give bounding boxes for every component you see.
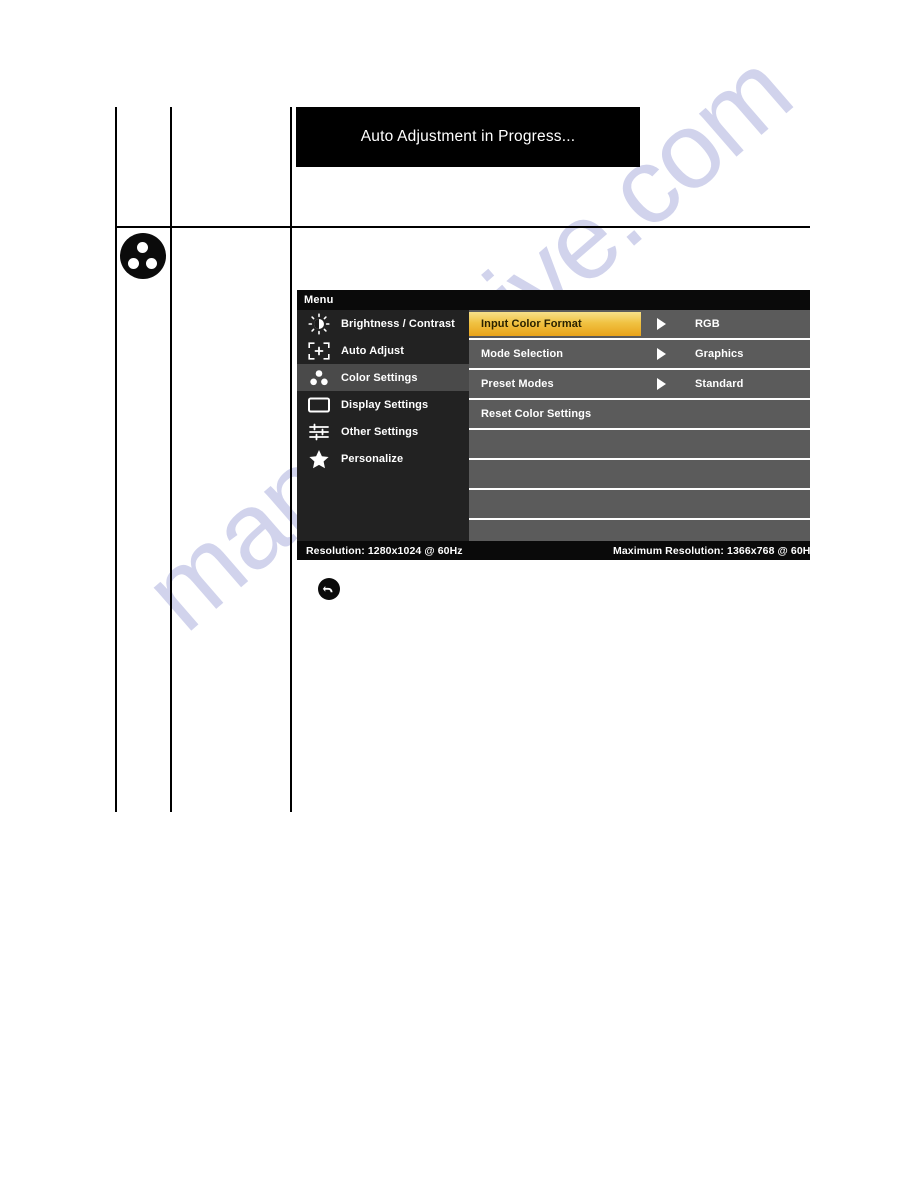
option-row-empty-1 bbox=[469, 430, 810, 460]
status-maximum-resolution: Maximum Resolution: 1366x768 @ 60Hz bbox=[613, 544, 810, 557]
sidebar-item-display-settings[interactable]: Display Settings bbox=[297, 391, 469, 418]
osd-menu-label: Menu bbox=[304, 294, 334, 306]
option-row-empty-3 bbox=[469, 490, 810, 520]
brightness-icon bbox=[297, 310, 341, 337]
sidebar-label-color-settings: Color Settings bbox=[341, 371, 418, 384]
key-dot-top bbox=[137, 242, 148, 253]
table-column-rule-3 bbox=[290, 107, 292, 812]
option-label-preset-modes: Preset Modes bbox=[481, 378, 554, 390]
sidebar-label-display-settings: Display Settings bbox=[341, 398, 429, 411]
sidebar-label-auto-adjust: Auto Adjust bbox=[341, 344, 405, 357]
auto-adjustment-message: Auto Adjustment in Progress... bbox=[360, 128, 576, 145]
sidebar-item-auto-adjust[interactable]: Auto Adjust bbox=[297, 337, 469, 364]
osd-body: Brightness / Contrast Auto Adjust Color … bbox=[297, 310, 810, 541]
option-row-mode-selection[interactable]: Mode Selection Graphics bbox=[469, 340, 810, 370]
option-row-preset-modes[interactable]: Preset Modes Standard bbox=[469, 370, 810, 400]
osd-inner: Menu Dell E191 bbox=[297, 290, 810, 560]
table-column-rule-1 bbox=[115, 107, 117, 812]
option-value-input-color-format: RGB bbox=[695, 318, 720, 330]
sidebar-item-personalize[interactable]: Personalize bbox=[297, 445, 469, 472]
table-row-rule-1 bbox=[115, 226, 810, 228]
sidebar-item-brightness-contrast[interactable]: Brightness / Contrast bbox=[297, 310, 469, 337]
sidebar-label-brightness-contrast: Brightness / Contrast bbox=[341, 317, 455, 330]
option-label-mode-selection: Mode Selection bbox=[481, 348, 564, 360]
option-value-mode-selection: Graphics bbox=[695, 348, 744, 360]
option-row-empty-2 bbox=[469, 460, 810, 490]
color-settings-key-icon bbox=[120, 233, 166, 279]
osd-window[interactable]: Menu Dell E191 bbox=[297, 290, 810, 560]
osd-options-panel: Input Color Format RGB Mode Selection Gr… bbox=[469, 310, 810, 541]
chevron-right-icon bbox=[657, 378, 666, 390]
display-settings-icon bbox=[297, 391, 341, 418]
manual-page: manualshive.com Auto Adjustment in Progr… bbox=[0, 0, 918, 1188]
auto-adjustment-banner: Auto Adjustment in Progress... bbox=[296, 107, 640, 167]
personalize-star-icon bbox=[297, 445, 341, 472]
back-key-icon bbox=[318, 578, 340, 600]
sidebar-item-color-settings[interactable]: Color Settings bbox=[297, 364, 469, 391]
chevron-right-icon bbox=[657, 348, 666, 360]
color-settings-icon bbox=[297, 364, 341, 391]
other-settings-icon bbox=[297, 418, 341, 445]
option-label-input-color-format: Input Color Format bbox=[481, 318, 582, 330]
key-dot-right bbox=[146, 258, 157, 269]
table-column-rule-2 bbox=[170, 107, 172, 812]
chevron-right-icon bbox=[657, 318, 666, 330]
osd-status-bar: Resolution: 1280x1024 @ 60Hz Maximum Res… bbox=[297, 541, 810, 560]
status-current-resolution: Resolution: 1280x1024 @ 60Hz bbox=[306, 544, 463, 557]
key-dot-left bbox=[128, 258, 139, 269]
sidebar-label-other-settings: Other Settings bbox=[341, 425, 419, 438]
option-label-reset-color-settings: Reset Color Settings bbox=[481, 408, 592, 420]
auto-adjust-icon bbox=[297, 337, 341, 364]
option-row-reset-color-settings[interactable]: Reset Color Settings bbox=[469, 400, 810, 430]
osd-title-bar: Menu Dell E191 bbox=[297, 290, 810, 310]
option-value-preset-modes: Standard bbox=[695, 378, 744, 390]
osd-sidebar: Brightness / Contrast Auto Adjust Color … bbox=[297, 310, 469, 541]
option-row-input-color-format[interactable]: Input Color Format RGB bbox=[469, 310, 810, 340]
sidebar-label-personalize: Personalize bbox=[341, 452, 404, 465]
sidebar-item-other-settings[interactable]: Other Settings bbox=[297, 418, 469, 445]
